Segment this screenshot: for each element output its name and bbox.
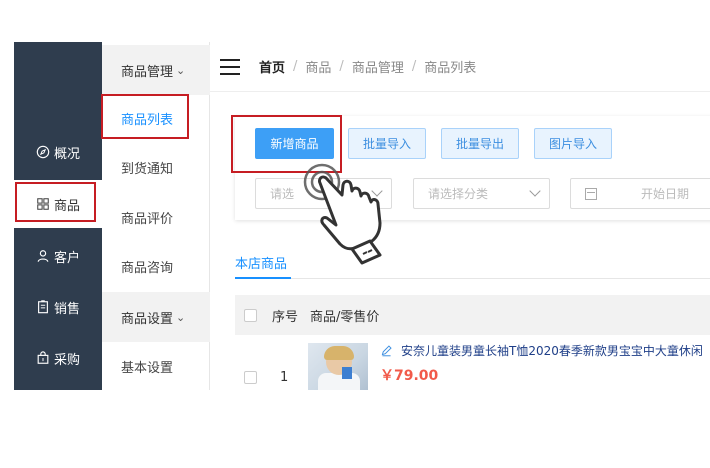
breadcrumb-product-list: 商品列表 — [424, 61, 477, 76]
subnav-item-label: 商品评价 — [121, 211, 174, 227]
bag-icon — [37, 351, 49, 364]
sidebar-item-label: 概况 — [53, 146, 80, 162]
subnav-item-basic-settings[interactable]: 基本设置 — [102, 342, 210, 390]
subnav-item-product-inquiries[interactable]: 商品咨询 — [102, 242, 210, 290]
sidebar-item-overview[interactable]: 概况 — [14, 128, 102, 176]
table-row: 1 安奈儿童装男童长袖T恤2020春季新款男宝宝中大童休闲 ￥79.00 — [235, 337, 710, 390]
row-checkbox[interactable] — [244, 371, 257, 384]
filter-select-placeholder: 请选 — [270, 187, 295, 201]
tab-store-products[interactable]: 本店商品 — [235, 253, 287, 272]
breadcrumb-home[interactable]: 首页 — [259, 57, 285, 76]
subnav-group-label: 商品设置 — [121, 311, 174, 327]
compass-icon — [36, 145, 50, 159]
category-select[interactable]: 请选择分类 — [413, 178, 550, 209]
tab-active-indicator — [235, 277, 291, 279]
chevron-down-icon: ⌄ — [176, 310, 186, 324]
subnav-group-label: 商品管理 — [121, 64, 174, 80]
row-index: 1 — [280, 370, 289, 385]
subnav-group-product-management[interactable]: 商品管理 ⌄ — [102, 45, 210, 95]
secondary-nav: 商品管理 ⌄ 商品列表 到货通知 商品评价 商品咨询 商品设置 ⌄ 基本设置 — [102, 42, 210, 390]
main-sidebar: 概况 商品 客户 销售 采购 — [14, 42, 102, 390]
batch-export-button[interactable]: 批量导出 — [441, 128, 519, 159]
column-header-product: 商品/零售价 — [310, 309, 380, 325]
subnav-item-label: 商品咨询 — [121, 260, 174, 276]
subnav-group-product-settings[interactable]: 商品设置 ⌄ — [102, 292, 210, 342]
product-name-text: 安奈儿童装男童长袖T恤2020春季新款男宝宝中大童休闲 — [401, 344, 703, 358]
chevron-down-icon — [529, 185, 541, 197]
breadcrumb-separator: / — [339, 59, 344, 74]
sidebar-item-label: 客户 — [53, 250, 80, 266]
hamburger-menu-icon[interactable] — [220, 58, 240, 75]
calendar-icon — [585, 187, 597, 200]
sidebar-item-products[interactable]: 商品 — [14, 180, 102, 228]
product-name[interactable]: 安奈儿童装男童长袖T恤2020春季新款男宝宝中大童休闲 — [380, 342, 703, 359]
breadcrumb-separator: / — [411, 59, 417, 74]
sidebar-item-purchase[interactable]: 采购 — [14, 334, 102, 382]
sidebar-item-label: 商品 — [53, 198, 80, 214]
subnav-item-arrival-notice[interactable]: 到货通知 — [102, 143, 210, 191]
document-icon — [38, 300, 48, 314]
breadcrumb-separator: / — [293, 59, 298, 74]
start-date-placeholder: 开始日期 — [641, 187, 690, 201]
column-header-index: 序号 — [272, 309, 299, 325]
image-import-button[interactable]: 图片导入 — [534, 128, 612, 159]
grid-icon — [37, 198, 49, 210]
breadcrumb-product-management[interactable]: 商品管理 — [352, 57, 404, 76]
subnav-item-product-reviews[interactable]: 商品评价 — [102, 193, 210, 241]
category-select-placeholder: 请选择分类 — [428, 187, 489, 201]
subnav-item-label: 到货通知 — [121, 161, 174, 177]
subnav-item-label: 基本设置 — [121, 360, 174, 376]
sidebar-item-sales[interactable]: 销售 — [14, 283, 102, 331]
tab-divider — [235, 278, 710, 279]
breadcrumb: 首页 / 商品 / 商品管理 / 商品列表 — [259, 57, 476, 76]
user-icon — [37, 250, 49, 262]
product-thumbnail[interactable] — [308, 343, 368, 390]
table-header: 序号 商品/零售价 — [235, 295, 710, 335]
edit-icon[interactable] — [380, 344, 393, 357]
breadcrumb-products[interactable]: 商品 — [305, 57, 331, 76]
subnav-item-label: 商品列表 — [121, 112, 174, 128]
sidebar-item-label: 销售 — [53, 301, 80, 317]
sidebar-item-label: 采购 — [53, 352, 80, 368]
chevron-down-icon: ⌄ — [176, 63, 186, 77]
hand-pointer-icon — [303, 163, 382, 265]
select-all-checkbox[interactable] — [244, 308, 257, 322]
start-date-picker[interactable]: 开始日期 — [570, 178, 710, 209]
top-bar: 首页 / 商品 / 商品管理 / 商品列表 — [210, 42, 710, 92]
sidebar-item-customers[interactable]: 客户 — [14, 232, 102, 280]
subnav-item-product-list[interactable]: 商品列表 — [102, 94, 210, 142]
product-price: ￥79.00 — [380, 368, 439, 384]
